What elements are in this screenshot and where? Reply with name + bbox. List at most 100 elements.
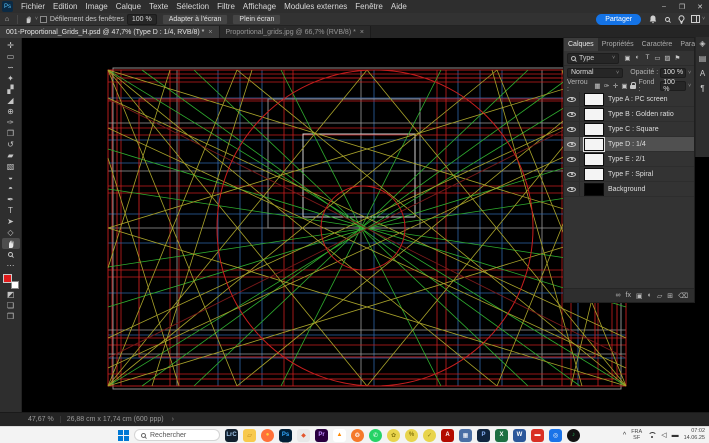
bell-icon[interactable]: [646, 14, 660, 25]
quick-mask-icon[interactable]: ◩: [2, 289, 20, 300]
layer-thumbnail[interactable]: [584, 123, 604, 136]
lock-icon-1[interactable]: ✑: [602, 82, 610, 90]
menu-affichage[interactable]: Affichage: [239, 0, 280, 13]
layer-row[interactable]: Background: [564, 182, 694, 197]
photopea-icon[interactable]: P: [477, 429, 490, 442]
eraser-tool[interactable]: ▰: [2, 150, 20, 161]
move-tool[interactable]: ✛: [2, 40, 20, 51]
close-button[interactable]: ✕: [691, 0, 709, 13]
language-indicator[interactable]: FRASF: [631, 429, 642, 441]
whatsapp-icon[interactable]: ✆: [369, 429, 382, 442]
marquee-tool[interactable]: ▭: [2, 51, 20, 62]
taskbar-search[interactable]: Rechercher: [134, 429, 220, 441]
libraries-dock-icon[interactable]: ▤: [699, 54, 707, 63]
crop-tool[interactable]: ▞: [2, 84, 20, 95]
visibility-toggle[interactable]: [564, 122, 580, 136]
layer-row[interactable]: Type B : Golden ratio: [564, 107, 694, 122]
status-options-chevron[interactable]: ›: [172, 416, 174, 423]
background-color-swatch[interactable]: [11, 281, 19, 289]
layer-thumbnail[interactable]: [584, 183, 604, 196]
layer-row[interactable]: Type A : PC screen: [564, 92, 694, 107]
lock-all-icon[interactable]: [630, 85, 636, 89]
blur-tool[interactable]: ◒: [2, 172, 20, 183]
zoom-tool[interactable]: [2, 249, 20, 260]
filter-icon-3[interactable]: ▭: [653, 54, 662, 62]
delete-layer-icon[interactable]: ⌫: [678, 292, 688, 300]
dodge-tool[interactable]: ◓: [2, 183, 20, 194]
document-tab-2[interactable]: Proportional_grids.jpg @ 66,7% (RVB/8) *…: [220, 26, 371, 38]
hand-tool[interactable]: [2, 238, 20, 249]
chevron-down-icon[interactable]: ˅: [35, 16, 38, 22]
menu-image[interactable]: Image: [81, 0, 111, 13]
menu-sélection[interactable]: Sélection: [172, 0, 213, 13]
file-explorer-icon[interactable]: ▱: [243, 429, 256, 442]
filter-icon-5[interactable]: ⚑: [673, 54, 682, 62]
clone-stamp-tool[interactable]: ❐: [2, 128, 20, 139]
hand-tool-options-icon[interactable]: [21, 14, 35, 25]
new-group-icon[interactable]: ▱: [657, 292, 662, 300]
app-blue-icon[interactable]: ◎: [549, 429, 562, 442]
gradient-tool[interactable]: ▧: [2, 161, 20, 172]
menu-fenêtre[interactable]: Fenêtre: [351, 0, 387, 13]
document-tab-1[interactable]: 001-Proportional_Grids_H.psd @ 47,7% (Ty…: [0, 26, 220, 38]
menu-texte[interactable]: Texte: [145, 0, 172, 13]
chevron-down-icon[interactable]: ˅: [688, 70, 691, 76]
layer-mask-icon[interactable]: ▣: [636, 292, 643, 300]
eyedropper-tool[interactable]: ◢: [2, 95, 20, 106]
blend-mode-select[interactable]: Normal˅: [567, 68, 623, 78]
maximize-button[interactable]: ❐: [673, 0, 691, 13]
scroll-all-windows-checkbox[interactable]: [40, 16, 47, 23]
filter-icon-4[interactable]: ▨: [663, 54, 672, 62]
premiere-icon[interactable]: Pr: [315, 429, 328, 442]
path-select-tool[interactable]: ➤: [2, 216, 20, 227]
filter-icon-2[interactable]: T: [643, 54, 652, 62]
fit-screen-button[interactable]: Adapter à l'écran: [162, 14, 229, 25]
share-button[interactable]: Partager: [596, 14, 641, 25]
full-screen-button[interactable]: Plein écran: [232, 14, 281, 25]
filter-icon-1[interactable]: ◐: [633, 54, 642, 62]
panel-tab-calques[interactable]: Calques: [564, 38, 598, 51]
layer-row[interactable]: Type E : 2/1: [564, 152, 694, 167]
menu-aide[interactable]: Aide: [387, 0, 411, 13]
history-brush-tool[interactable]: ↺: [2, 139, 20, 150]
layer-thumbnail[interactable]: [584, 108, 604, 121]
search-icon[interactable]: [660, 14, 674, 25]
healing-brush-tool[interactable]: ⊕: [2, 106, 20, 117]
type-tool[interactable]: T: [2, 205, 20, 216]
layers-dock-icon[interactable]: ◈: [699, 39, 705, 48]
layer-thumbnail[interactable]: [584, 153, 604, 166]
lasso-tool[interactable]: ∽: [2, 62, 20, 73]
excel-icon[interactable]: X: [495, 429, 508, 442]
app-yellow-3-icon[interactable]: ✓: [423, 429, 436, 442]
layer-row[interactable]: Type C : Square: [564, 122, 694, 137]
brush-tool[interactable]: ✑: [2, 117, 20, 128]
spotify-icon[interactable]: ♪: [567, 429, 580, 442]
visibility-toggle[interactable]: [564, 92, 580, 106]
wifi-icon[interactable]: [647, 432, 656, 439]
lightroom-icon[interactable]: LrC: [225, 429, 238, 442]
close-tab-icon[interactable]: ×: [208, 29, 212, 36]
lock-icon-0[interactable]: ▦: [593, 82, 601, 90]
layer-thumbnail[interactable]: [584, 168, 604, 181]
pen-tool[interactable]: ✒: [2, 194, 20, 205]
visibility-toggle[interactable]: [564, 182, 580, 196]
photoshop-icon[interactable]: Ps: [279, 429, 292, 442]
chevron-down-icon[interactable]: ˅: [688, 83, 691, 89]
visibility-toggle[interactable]: [564, 107, 580, 121]
shape-tool[interactable]: ◇: [2, 227, 20, 238]
zoom-input[interactable]: 100 %: [127, 14, 157, 25]
paragraph-dock-icon[interactable]: ¶: [700, 84, 704, 93]
workspace-layout-icon[interactable]: [688, 14, 702, 25]
status-zoom-value[interactable]: 47,67 %: [28, 416, 61, 423]
lock-icon-2[interactable]: ✛: [611, 82, 619, 90]
menu-filtre[interactable]: Filtre: [213, 0, 239, 13]
layer-row[interactable]: Type D : 1/4: [564, 137, 694, 152]
filter-icon-0[interactable]: ▣: [623, 54, 632, 62]
firefox-icon[interactable]: ●: [261, 429, 274, 442]
app-yellow-2-icon[interactable]: %: [405, 429, 418, 442]
minimize-button[interactable]: –: [655, 0, 673, 13]
adjustment-layer-icon[interactable]: ◐: [648, 292, 652, 299]
visibility-toggle[interactable]: [564, 167, 580, 181]
layer-filter-dropdown[interactable]: Type ˅: [567, 53, 619, 64]
app-red-icon[interactable]: ▬: [531, 429, 544, 442]
